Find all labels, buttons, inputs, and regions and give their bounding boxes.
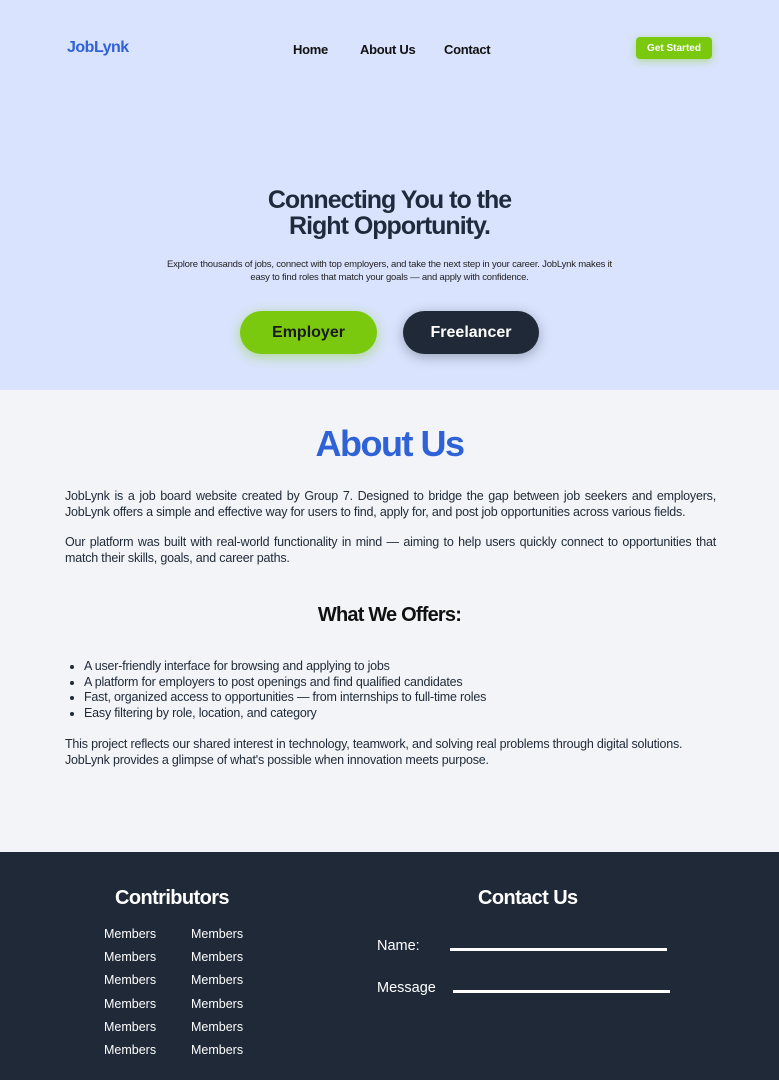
about-paragraph-3: This project reflects our shared interes…	[65, 736, 716, 768]
hero-subtitle: Explore thousands of jobs, connect with …	[140, 258, 639, 284]
about-paragraph-3-line1: This project reflects our shared interes…	[65, 737, 683, 751]
member-name: Members	[191, 1043, 244, 1058]
employer-button[interactable]: Employer	[240, 311, 377, 354]
member-name: Members	[104, 996, 157, 1011]
nav-contact-link[interactable]: Contact	[444, 42, 491, 57]
about-paragraph-2: Our platform was built with real-world f…	[65, 535, 716, 565]
freelancer-button[interactable]: Freelancer	[403, 311, 539, 354]
member-name: Members	[104, 973, 157, 988]
hero-title: Connecting You to the Right Opportunity.	[0, 187, 779, 239]
hero-section: JobLynk Home About Us Contact Get Starte…	[0, 0, 779, 390]
hero-subtitle-line2: easy to find roles that match your goals…	[250, 272, 529, 283]
hero-title-line2: Right Opportunity.	[289, 212, 491, 240]
offers-list: A user-friendly interface for browsing a…	[84, 659, 486, 721]
offers-list-item: A platform for employers to post opening…	[84, 675, 486, 691]
member-name: Members	[191, 1019, 244, 1034]
name-input[interactable]	[450, 948, 667, 951]
member-name: Members	[191, 996, 244, 1011]
member-name: Members	[191, 950, 244, 965]
nav-home-link[interactable]: Home	[293, 42, 328, 57]
offers-title: What We Offers:	[317, 604, 462, 626]
about-paragraph-3-line2: JobLynk provides a glimpse of what's pos…	[65, 753, 489, 767]
member-name: Members	[104, 950, 157, 965]
message-input[interactable]	[453, 990, 670, 993]
hero-subtitle-line1: Explore thousands of jobs, connect with …	[167, 259, 612, 270]
message-label: Message	[377, 980, 436, 996]
members-column-2: Members Members Members Members Members …	[191, 923, 243, 1062]
name-label: Name:	[377, 938, 420, 954]
member-name: Members	[104, 1043, 157, 1058]
get-started-button[interactable]: Get Started	[636, 37, 712, 59]
offers-list-item: Easy filtering by role, location, and ca…	[84, 706, 486, 722]
offers-list-item: A user-friendly interface for browsing a…	[84, 659, 486, 675]
contributors-title: Contributors	[115, 887, 230, 909]
member-name: Members	[191, 927, 244, 941]
offers-list-item: Fast, organized access to opportunities …	[84, 690, 486, 706]
about-title: About Us	[315, 423, 465, 464]
hero-title-line1: Connecting You to the	[267, 186, 512, 214]
member-name: Members	[104, 1019, 157, 1034]
nav-about-link[interactable]: About Us	[360, 42, 416, 57]
member-name: Members	[191, 973, 244, 988]
about-paragraph-1: JobLynk is a job board website created b…	[65, 489, 716, 519]
contact-title: Contact Us	[478, 887, 578, 909]
members-column-1: Members Members Members Members Members …	[104, 923, 156, 1062]
member-name: Members	[104, 927, 157, 941]
